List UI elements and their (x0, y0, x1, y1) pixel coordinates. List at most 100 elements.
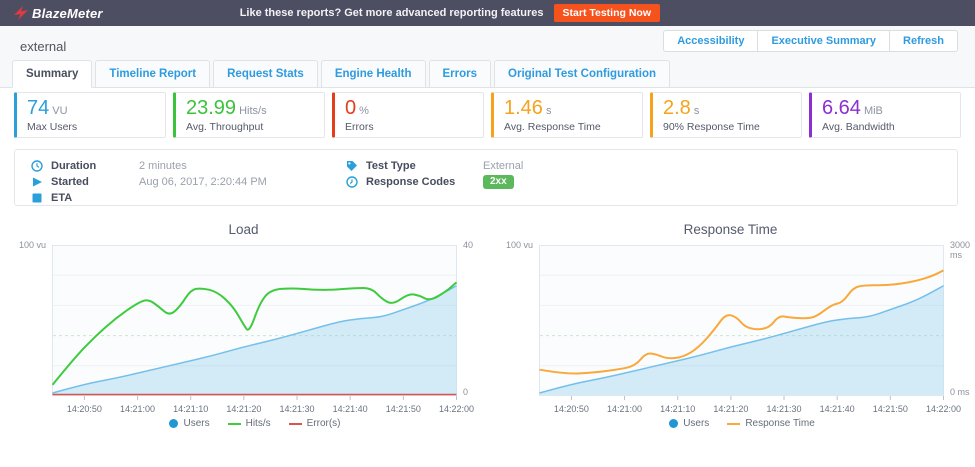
kpi-unit: VU (52, 105, 67, 117)
kpi-value: 2.8 (663, 97, 691, 119)
executive-summary-button[interactable]: Executive Summary (757, 30, 890, 52)
right-axis-top-label: 3000 ms (950, 240, 974, 260)
legend-label: Hits/s (246, 418, 271, 429)
x-tick-label: 14:21:20 (218, 404, 270, 414)
info-row-test-type: Test Type External (346, 159, 523, 173)
legend-item-users[interactable]: Users (169, 418, 209, 429)
kpi-unit: MiB (864, 105, 883, 117)
tab-original-test-configuration[interactable]: Original Test Configuration (494, 60, 670, 88)
x-tick-label: 14:21:30 (271, 404, 323, 414)
legend-item-response-time[interactable]: Response Time (727, 418, 814, 429)
legend-line-icon (289, 423, 302, 425)
chart-legend: Users Response Time (539, 418, 945, 429)
kpi-90pct-response-time: 2.8s 90% Response Time (650, 92, 802, 138)
x-tick-label: 14:21:00 (599, 404, 651, 414)
plot-area (539, 245, 945, 401)
top-bar: BlazeMeter Like these reports? Get more … (0, 0, 975, 26)
kpi-label: Avg. Throughput (186, 121, 314, 133)
plot-area (52, 245, 458, 401)
kpi-unit: s (694, 105, 700, 117)
x-tick-label: 14:21:50 (864, 404, 916, 414)
kpi-label: Errors (345, 121, 473, 133)
accessibility-button[interactable]: Accessibility (663, 30, 758, 52)
right-axis-bottom-label: 0 ms (950, 387, 970, 397)
info-value: External (483, 160, 523, 172)
legend-dot-icon (669, 419, 678, 428)
kpi-avg-bandwidth: 6.64MiB Avg. Bandwidth (809, 92, 961, 138)
legend-line-icon (228, 423, 241, 425)
right-axis-top-label: 40 (463, 240, 473, 250)
kpi-value: 74 (27, 97, 49, 119)
kpi-errors: 0% Errors (332, 92, 484, 138)
legend-item-users[interactable]: Users (669, 418, 709, 429)
start-testing-now-button[interactable]: Start Testing Now (554, 4, 660, 22)
x-tick-label: 14:21:40 (811, 404, 863, 414)
kpi-label: Avg. Bandwidth (822, 121, 950, 133)
legend-dot-icon (169, 419, 178, 428)
kpi-value: 1.46 (504, 97, 543, 119)
tab-summary[interactable]: Summary (12, 60, 92, 88)
promo-group: Like these reports? Get more advanced re… (0, 0, 660, 26)
left-axis-label: 100 vu (0, 240, 46, 250)
info-row-started: Started Aug 06, 2017, 2:20:44 PM (31, 175, 267, 189)
legend-item-hits[interactable]: Hits/s (228, 418, 271, 429)
x-axis-labels: 14:20:5014:21:0014:21:1014:21:2014:21:30… (539, 404, 945, 416)
info-label: Response Codes (366, 176, 483, 188)
refresh-button[interactable]: Refresh (889, 30, 958, 52)
tab-engine-health[interactable]: Engine Health (321, 60, 426, 88)
info-value: Aug 06, 2017, 2:20:44 PM (139, 176, 267, 188)
test-info-panel: Duration 2 minutes Started Aug 06, 2017,… (14, 149, 958, 206)
response-codes-badge[interactable]: 2xx (483, 175, 514, 189)
load-chart: Load 100 vu 40 0 14:20:5014:21:0014:21:1… (0, 218, 487, 433)
response-time-chart: Response Time 100 vu 3000 ms 0 ms 14:20:… (487, 218, 974, 433)
kpi-row: 74VU Max Users 23.99Hits/s Avg. Throughp… (14, 92, 961, 138)
legend-label: Error(s) (307, 418, 341, 429)
info-row-duration: Duration 2 minutes (31, 159, 187, 173)
kpi-value: 0 (345, 97, 356, 119)
info-value: 2 minutes (139, 160, 187, 172)
info-row-response-codes: Response Codes 2xx (346, 175, 514, 189)
square-icon (31, 192, 43, 204)
left-axis-label: 100 vu (487, 240, 533, 250)
kpi-avg-throughput: 23.99Hits/s Avg. Throughput (173, 92, 325, 138)
x-tick-label: 14:20:50 (58, 404, 110, 414)
charts-row: Load 100 vu 40 0 14:20:5014:21:0014:21:1… (0, 218, 974, 433)
kpi-label: Avg. Response Time (504, 121, 632, 133)
kpi-max-users: 74VU Max Users (14, 92, 166, 138)
clock-icon (31, 160, 43, 172)
chart-title: Load (0, 222, 487, 237)
x-tick-label: 14:20:50 (545, 404, 597, 414)
legend-line-icon (727, 423, 740, 425)
x-tick-label: 14:21:10 (165, 404, 217, 414)
legend-label: Users (683, 418, 709, 429)
blazemeter-report-page: BlazeMeter Like these reports? Get more … (0, 0, 975, 467)
kpi-label: 90% Response Time (663, 121, 791, 133)
info-label: Started (51, 176, 139, 188)
report-tabs: Summary Timeline Report Request Stats En… (12, 60, 673, 88)
test-name-title: external (20, 39, 66, 54)
kpi-avg-response-time: 1.46s Avg. Response Time (491, 92, 643, 138)
right-axis-bottom-label: 0 (463, 387, 468, 397)
kpi-value: 23.99 (186, 97, 236, 119)
play-icon (31, 176, 43, 188)
info-label: Duration (51, 160, 139, 172)
info-label: Test Type (366, 160, 483, 172)
legend-item-errors[interactable]: Error(s) (289, 418, 341, 429)
tab-request-stats[interactable]: Request Stats (213, 60, 318, 88)
chart-title: Response Time (487, 222, 974, 237)
x-tick-label: 14:21:40 (324, 404, 376, 414)
legend-label: Users (183, 418, 209, 429)
tab-errors[interactable]: Errors (429, 60, 492, 88)
legend-label: Response Time (745, 418, 814, 429)
kpi-label: Max Users (27, 121, 155, 133)
tag-icon (346, 160, 358, 172)
tab-timeline-report[interactable]: Timeline Report (95, 60, 210, 88)
kpi-unit: Hits/s (239, 105, 267, 117)
info-row-eta: ETA (31, 191, 139, 205)
x-tick-label: 14:21:20 (705, 404, 757, 414)
x-tick-label: 14:21:00 (112, 404, 164, 414)
kpi-unit: s (546, 105, 552, 117)
chart-legend: Users Hits/s Error(s) (52, 418, 458, 429)
info-label: ETA (51, 192, 139, 204)
x-tick-label: 14:21:50 (377, 404, 429, 414)
